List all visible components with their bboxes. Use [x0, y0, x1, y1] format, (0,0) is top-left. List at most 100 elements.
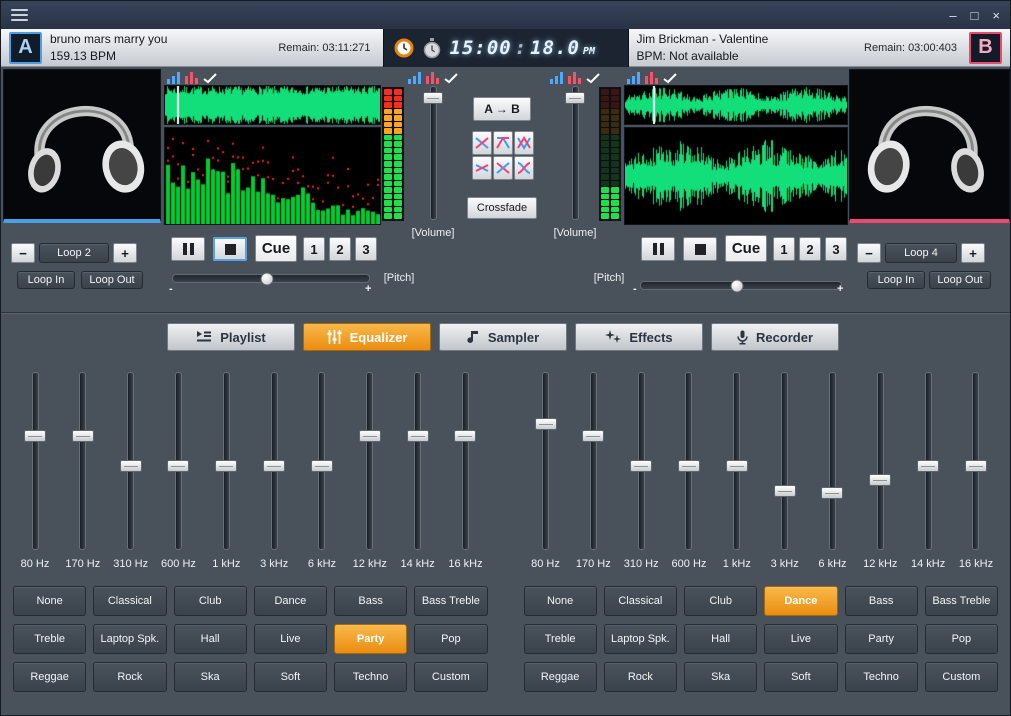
eq-slider-b-4[interactable] — [686, 373, 691, 549]
loop-out-a-button[interactable]: Loop Out — [81, 271, 143, 289]
waveform-b[interactable] — [624, 85, 848, 125]
tab-effects[interactable]: Effects — [575, 323, 703, 351]
preset-ska-a[interactable]: Ska — [174, 662, 247, 692]
eq-slider-b-2[interactable] — [591, 373, 596, 549]
volume-b-handle[interactable] — [565, 92, 585, 104]
eq-slider-b-8[interactable] — [878, 373, 883, 549]
eq-slider-a-8[interactable] — [367, 373, 372, 549]
preset-treble-a[interactable]: Treble — [13, 624, 86, 654]
eq-handle[interactable] — [917, 460, 939, 472]
preset-bass-treble-b[interactable]: Bass Treble — [925, 586, 998, 616]
eq-slider-a-6[interactable] — [272, 373, 277, 549]
tab-recorder[interactable]: Recorder — [711, 323, 839, 351]
eq-handle[interactable] — [167, 460, 189, 472]
eq-handle[interactable] — [454, 430, 476, 442]
tab-equalizer[interactable]: Equalizer — [303, 323, 431, 351]
waveform-a[interactable] — [164, 85, 381, 125]
eq-handle[interactable] — [311, 460, 333, 472]
preset-bass-a[interactable]: Bass — [334, 586, 407, 616]
preset-hall-a[interactable]: Hall — [174, 624, 247, 654]
monitor-a-to-b-button[interactable]: A → B — [473, 97, 531, 121]
preset-party-a[interactable]: Party — [334, 624, 407, 654]
eq-slider-a-1[interactable] — [33, 373, 38, 549]
maximize-button[interactable]: □ — [971, 9, 979, 22]
deck-a-meter-peaks-icon[interactable] — [426, 72, 441, 84]
loop-out-b-button[interactable]: Loop Out — [929, 271, 991, 289]
hotcue-b-3-button[interactable]: 3 — [825, 237, 847, 261]
crossfade-curve-3-button[interactable] — [514, 131, 534, 155]
eq-handle[interactable] — [215, 460, 237, 472]
loop-a-increase-button[interactable]: + — [113, 243, 137, 263]
preset-pop-a[interactable]: Pop — [414, 624, 487, 654]
eq-slider-b-5[interactable] — [734, 373, 739, 549]
crossfade-curve-4-button[interactable] — [472, 156, 492, 180]
eq-slider-a-9[interactable] — [415, 373, 420, 549]
eq-slider-b-7[interactable] — [830, 373, 835, 549]
preset-reggae-a[interactable]: Reggae — [13, 662, 86, 692]
eq-handle[interactable] — [726, 460, 748, 472]
hotcue-a-2-button[interactable]: 2 — [329, 237, 351, 261]
deck-a-meter-bars-icon[interactable] — [408, 72, 423, 84]
loop-in-a-button[interactable]: Loop In — [17, 271, 75, 289]
pitch-a-handle[interactable] — [261, 272, 274, 285]
hotcue-a-1-button[interactable]: 1 — [303, 237, 325, 261]
pause-a-button[interactable] — [171, 237, 205, 261]
volume-slider-a[interactable] — [431, 87, 436, 219]
eq-handle[interactable] — [24, 430, 46, 442]
eq-slider-a-2[interactable] — [80, 373, 85, 549]
deck-b-view-peaks-icon[interactable] — [645, 72, 660, 84]
deck-a-meter-wave-icon[interactable] — [444, 72, 459, 84]
tab-playlist[interactable]: Playlist — [167, 323, 295, 351]
eq-handle[interactable] — [965, 460, 987, 472]
preset-hall-b[interactable]: Hall — [684, 624, 757, 654]
deck-a-view-peaks-icon[interactable] — [185, 72, 200, 84]
eq-slider-a-3[interactable] — [128, 373, 133, 549]
preset-club-b[interactable]: Club — [684, 586, 757, 616]
preset-dance-b[interactable]: Dance — [764, 586, 837, 616]
eq-handle[interactable] — [72, 430, 94, 442]
loop-b-increase-button[interactable]: + — [961, 243, 985, 263]
cue-a-button[interactable]: Cue — [255, 235, 297, 262]
eq-slider-a-7[interactable] — [319, 373, 324, 549]
preset-bass-treble-a[interactable]: Bass Treble — [414, 586, 487, 616]
deck-a-view-wave-icon[interactable] — [203, 72, 218, 84]
deck-b-view-wave-icon[interactable] — [663, 72, 678, 84]
preset-reggae-b[interactable]: Reggae — [524, 662, 597, 692]
volume-slider-b[interactable] — [573, 87, 578, 219]
preset-treble-b[interactable]: Treble — [524, 624, 597, 654]
loop-in-b-button[interactable]: Loop In — [867, 271, 925, 289]
hotcue-b-1-button[interactable]: 1 — [773, 237, 795, 261]
loop-b-decrease-button[interactable]: − — [857, 243, 881, 263]
stop-b-button[interactable] — [683, 237, 717, 261]
eq-handle[interactable] — [535, 418, 557, 430]
preset-dance-a[interactable]: Dance — [254, 586, 327, 616]
eq-handle[interactable] — [774, 485, 796, 497]
minimize-button[interactable]: – — [949, 9, 956, 22]
eq-handle[interactable] — [407, 430, 429, 442]
eq-handle[interactable] — [263, 460, 285, 472]
preset-custom-b[interactable]: Custom — [925, 662, 998, 692]
eq-slider-b-1[interactable] — [543, 373, 548, 549]
clock-icon[interactable] — [394, 38, 414, 58]
preset-pop-b[interactable]: Pop — [925, 624, 998, 654]
preset-classical-b[interactable]: Classical — [604, 586, 677, 616]
loop-a-decrease-button[interactable]: − — [11, 243, 35, 263]
crossfade-curve-5-button[interactable] — [493, 156, 513, 180]
eq-slider-b-10[interactable] — [973, 373, 978, 549]
preset-custom-a[interactable]: Custom — [414, 662, 487, 692]
cue-b-button[interactable]: Cue — [725, 235, 767, 262]
crossfade-button[interactable]: Crossfade — [467, 197, 537, 219]
preset-techno-b[interactable]: Techno — [845, 662, 918, 692]
pitch-slider-b[interactable] — [641, 282, 841, 289]
eq-slider-b-9[interactable] — [926, 373, 931, 549]
preset-classical-a[interactable]: Classical — [93, 586, 166, 616]
deck-b-meter-bars-icon[interactable] — [550, 72, 565, 84]
preset-club-a[interactable]: Club — [174, 586, 247, 616]
pause-b-button[interactable] — [641, 237, 675, 261]
preset-bass-b[interactable]: Bass — [845, 586, 918, 616]
eq-slider-a-10[interactable] — [463, 373, 468, 549]
crossfade-curve-2-button[interactable] — [493, 131, 513, 155]
deck-b-meter-wave-icon[interactable] — [586, 72, 601, 84]
eq-handle[interactable] — [821, 487, 843, 499]
preset-ska-b[interactable]: Ska — [684, 662, 757, 692]
